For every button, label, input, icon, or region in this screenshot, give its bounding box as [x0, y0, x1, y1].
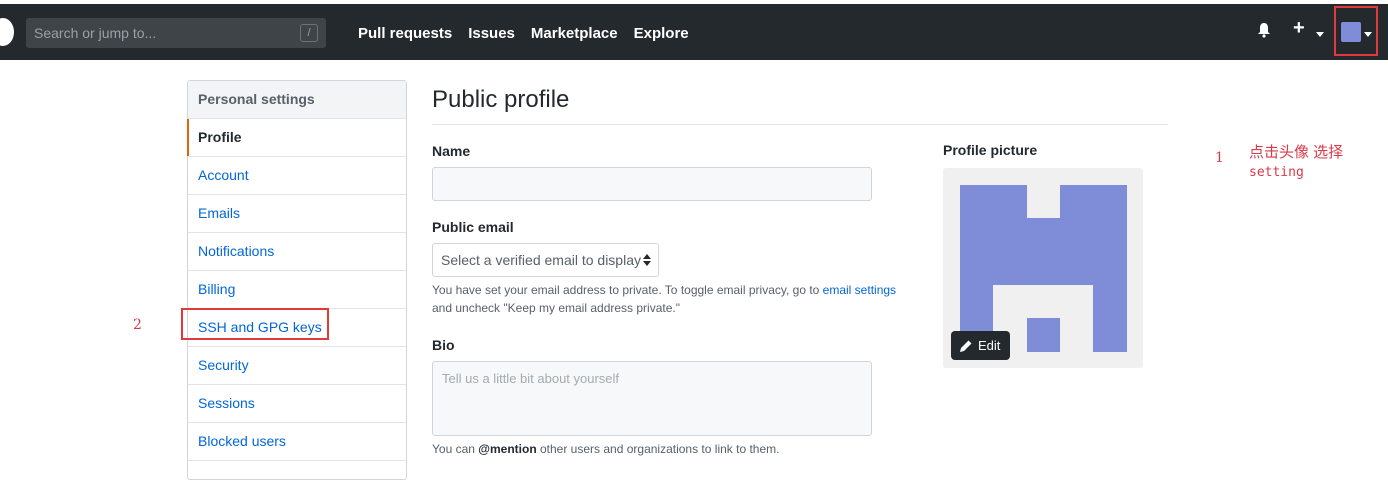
select-arrows-icon: [643, 254, 651, 266]
nav-explore[interactable]: Explore: [634, 25, 689, 42]
search-placeholder: Search or jump to...: [34, 25, 157, 41]
sidebar-item-notifications[interactable]: Notifications: [188, 233, 406, 271]
bio-placeholder: Tell us a little bit about yourself: [442, 371, 620, 386]
chevron-down-icon: [1316, 32, 1324, 37]
annotation-subtext: setting: [1249, 165, 1304, 180]
email-settings-link[interactable]: email settings: [823, 283, 896, 297]
search-shortcut-key: /: [300, 24, 318, 42]
bell-icon[interactable]: [1256, 22, 1272, 38]
name-label: Name: [432, 143, 471, 159]
annotation-box-avatar: [1334, 6, 1378, 56]
nav-issues[interactable]: Issues: [468, 25, 515, 42]
main-nav: Pull requests Issues Marketplace Explore: [358, 25, 689, 42]
annotation-box-ssh: [181, 308, 329, 340]
edit-picture-button[interactable]: Edit: [951, 331, 1010, 360]
email-privacy-note: You have set your email address to priva…: [432, 281, 912, 317]
sidebar-item-blocked-users[interactable]: Blocked users: [188, 423, 406, 461]
sidebar-item-emails[interactable]: Emails: [188, 195, 406, 233]
search-input[interactable]: Search or jump to... /: [26, 18, 326, 48]
public-email-label: Public email: [432, 219, 514, 235]
sidebar-item-billing[interactable]: Billing: [188, 271, 406, 309]
annotation-text: 点击头像 选择: [1249, 144, 1344, 161]
bio-note-text: You can: [432, 442, 475, 456]
mention-text: @mention: [478, 442, 537, 456]
edit-button-label: Edit: [978, 338, 1001, 353]
bio-label: Bio: [432, 337, 455, 353]
site-header: Search or jump to... / Pull requests Iss…: [0, 4, 1388, 60]
annotation-number-1: 1: [1215, 150, 1224, 166]
sidebar-item-sessions[interactable]: Sessions: [188, 385, 406, 423]
annotation-instruction: 点击头像 选择 setting: [1249, 143, 1343, 183]
name-field[interactable]: [432, 167, 872, 201]
pencil-icon: [960, 340, 972, 352]
public-email-select-value: Select a verified email to display: [441, 252, 641, 268]
github-logo-icon[interactable]: [0, 18, 14, 46]
sidebar-item-profile[interactable]: Profile: [187, 119, 406, 157]
nav-marketplace[interactable]: Marketplace: [531, 25, 618, 42]
settings-sidebar: Personal settings Profile Account Emails…: [187, 80, 407, 480]
bio-textarea[interactable]: Tell us a little bit about yourself: [432, 361, 872, 436]
bio-note-text-2: other users and organizations to link to…: [540, 442, 780, 456]
sidebar-item-security[interactable]: Security: [188, 347, 406, 385]
plus-icon[interactable]: +: [1293, 17, 1305, 40]
sidebar-heading: Personal settings: [188, 81, 406, 119]
nav-pull-requests[interactable]: Pull requests: [358, 25, 452, 42]
email-note-text: You have set your email address to priva…: [432, 283, 820, 297]
public-email-select[interactable]: Select a verified email to display: [432, 243, 659, 277]
page-title: Public profile: [432, 86, 570, 113]
bio-note: You can @mention other users and organiz…: [432, 440, 779, 458]
email-note-text-2: and uncheck "Keep my email address priva…: [432, 301, 680, 315]
title-divider: [432, 124, 1168, 125]
sidebar-item-account[interactable]: Account: [188, 157, 406, 195]
annotation-number-2: 2: [133, 317, 142, 333]
profile-picture-label: Profile picture: [943, 142, 1038, 158]
